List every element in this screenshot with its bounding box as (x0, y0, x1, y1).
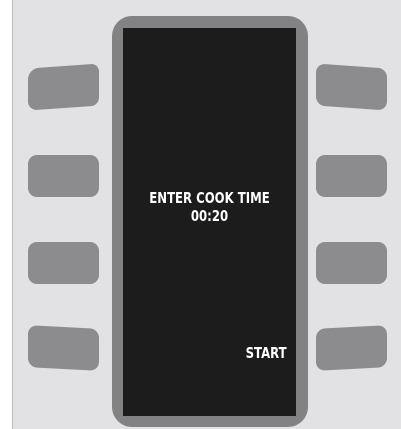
left-soft-key-4[interactable] (28, 325, 99, 371)
left-soft-key-3[interactable] (28, 242, 99, 284)
left-soft-key-1[interactable] (28, 63, 99, 111)
right-soft-key-3[interactable] (316, 242, 387, 284)
right-soft-key-1[interactable] (316, 63, 387, 111)
cook-time-value: 00:20 (190, 207, 229, 225)
right-soft-key-4-start[interactable] (316, 325, 387, 371)
display-screen: ENTER COOK TIME 00:20 START (123, 28, 296, 416)
left-soft-key-2[interactable] (28, 155, 99, 197)
cook-time-prompt: ENTER COOK TIME (149, 189, 270, 207)
right-soft-key-2[interactable] (316, 155, 387, 197)
start-soft-label: START (245, 344, 287, 362)
